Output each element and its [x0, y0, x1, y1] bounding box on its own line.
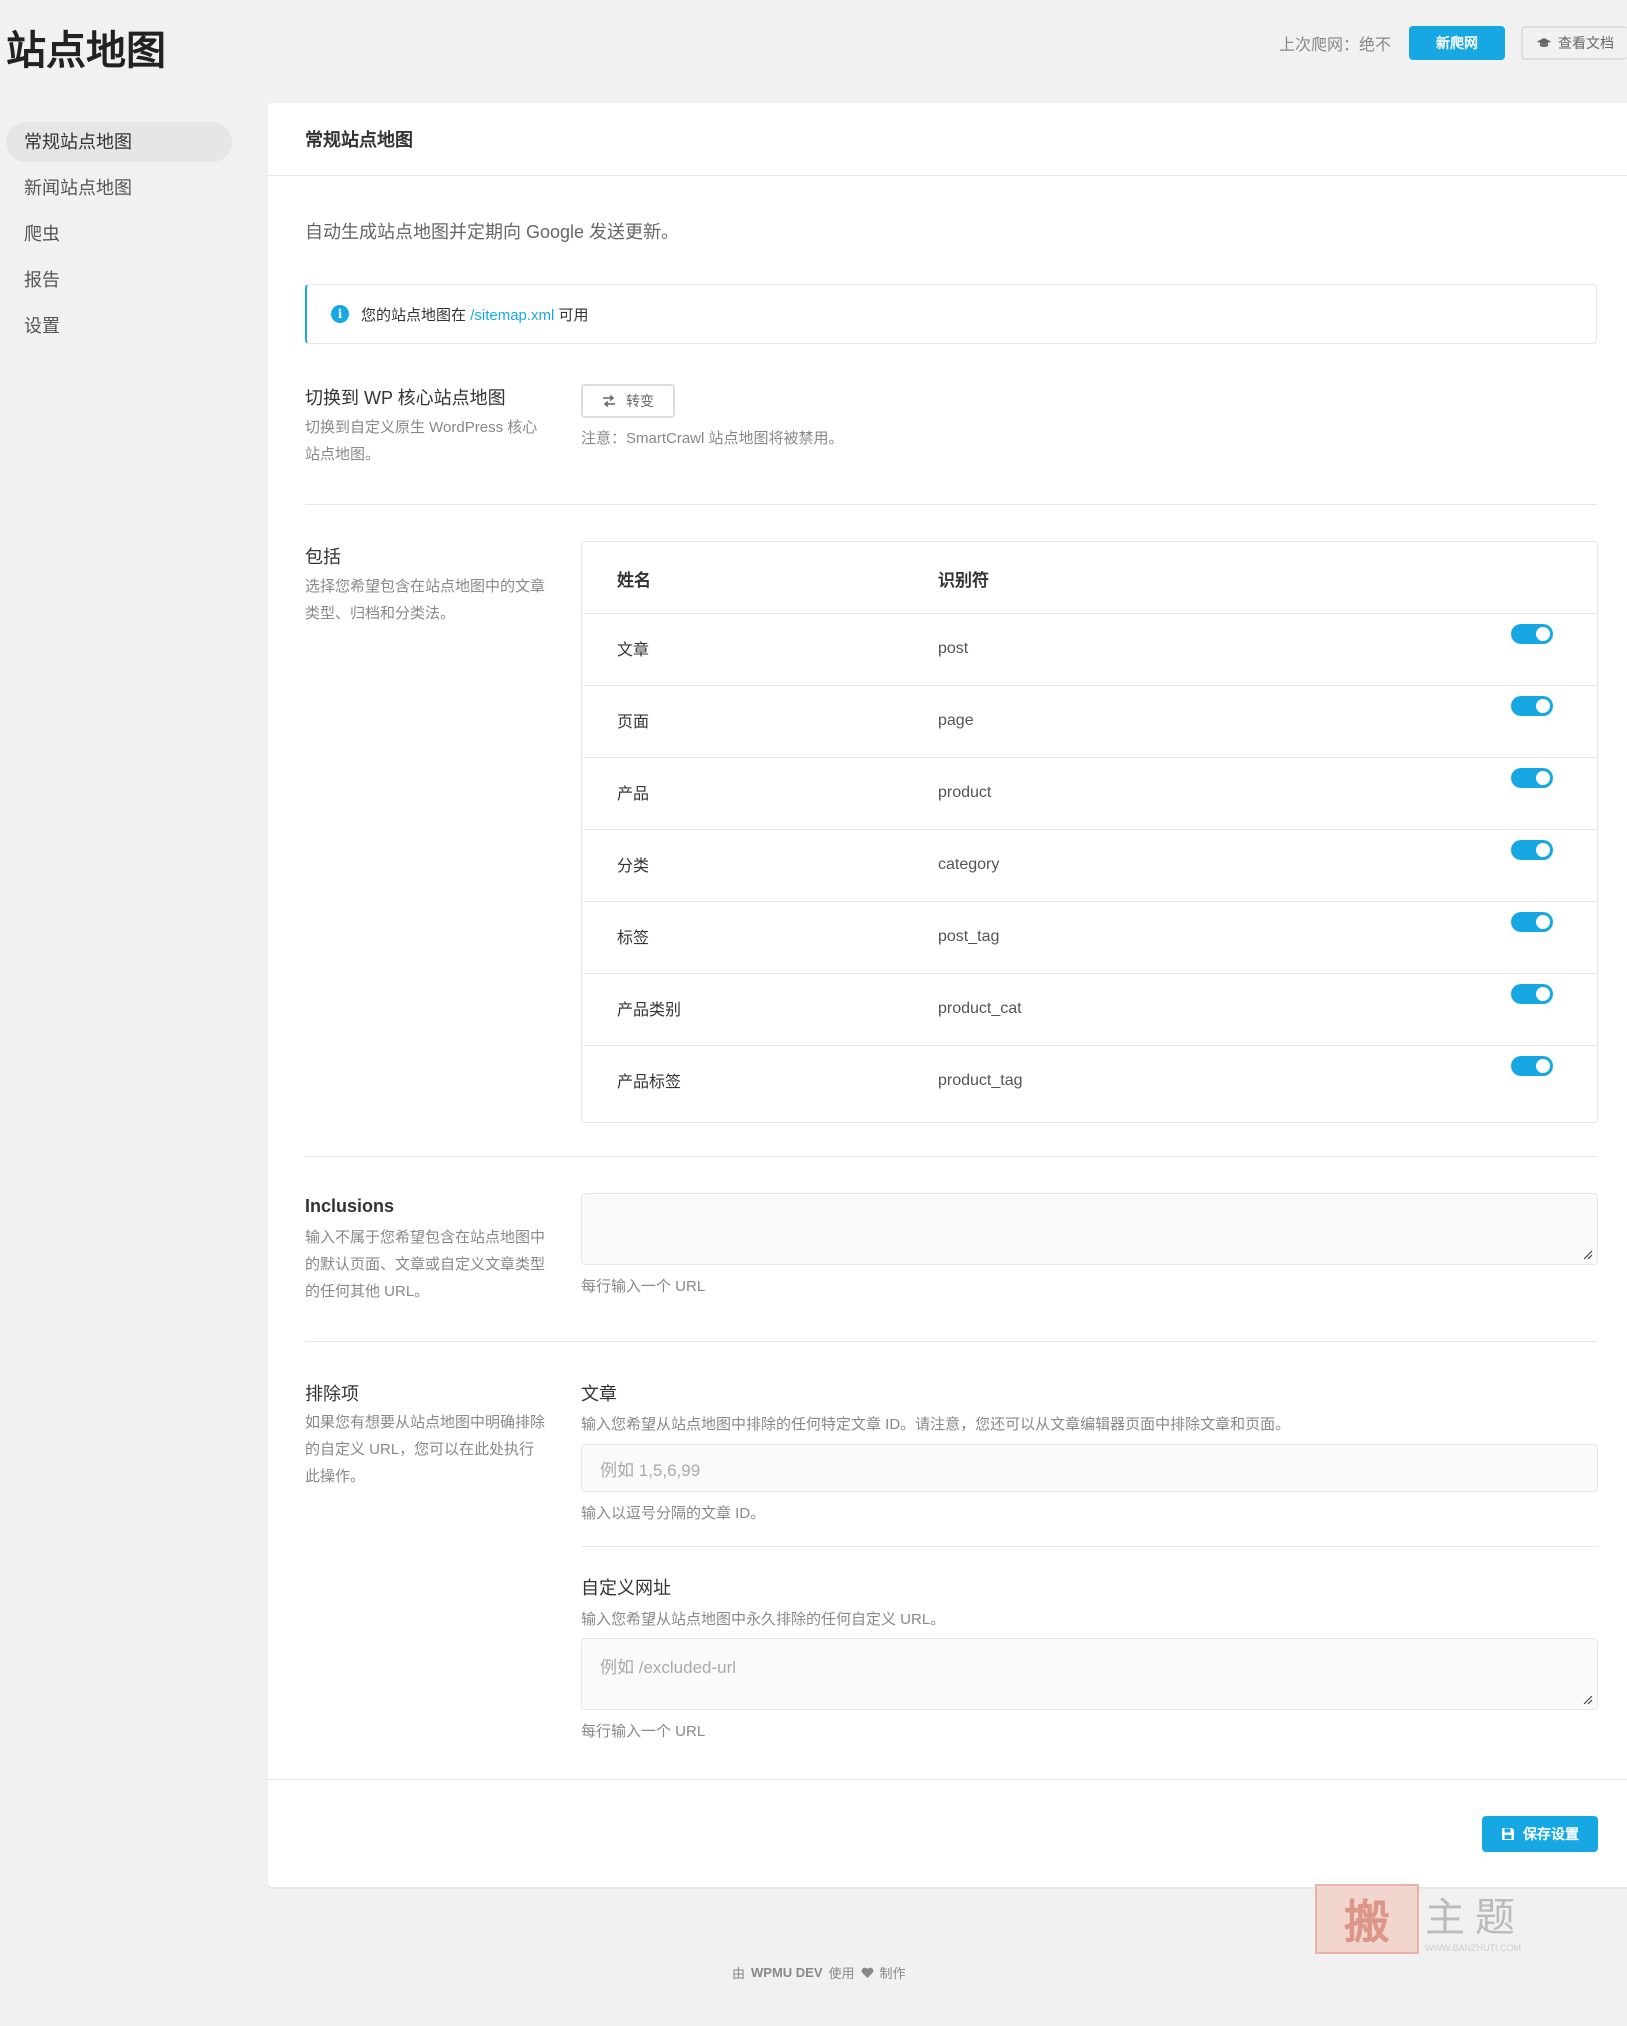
watermark-url: WWW.BANZHUTI.COM: [1425, 1943, 1521, 1953]
info-icon: i: [331, 305, 349, 323]
save-disk-icon: [1502, 1828, 1514, 1840]
divider: [581, 1546, 1598, 1547]
include-toggle[interactable]: [1511, 768, 1553, 788]
swap-arrows-icon: [603, 395, 615, 407]
row-name: 页面: [617, 714, 650, 731]
row-identifier: page: [938, 712, 974, 729]
switch-section-desc: 切换到自定义原生 WordPress 核心站点地图。: [305, 419, 538, 463]
graduation-cap-icon: [1537, 38, 1551, 47]
wpmu-dev-brand[interactable]: WPMU DEV: [751, 1965, 823, 1980]
row-identifier: product_tag: [938, 1072, 1023, 1089]
divider: [305, 504, 1597, 505]
excluded-urls-placeholder: 例如 /excluded-url: [600, 1658, 737, 1677]
excluded-posts-label: 文章: [581, 1384, 617, 1404]
row-identifier: category: [938, 856, 1000, 873]
watermark-text: 主题: [1425, 1895, 1525, 1941]
sitemap-link[interactable]: /sitemap.xml: [470, 307, 554, 324]
exclusions-section-label: 排除项: [305, 1384, 359, 1404]
table-row: 产品类别 product_cat: [582, 974, 1597, 1046]
notice-text: 您的站点地图在 /sitemap.xml 可用: [361, 306, 589, 324]
table-header-row: 姓名 识别符: [582, 542, 1597, 614]
inclusions-hint: 每行输入一个 URL: [581, 1278, 706, 1295]
settings-card: 常规站点地图 自动生成站点地图并定期向 Google 发送更新。 i 您的站点地…: [268, 103, 1627, 1887]
row-name: 分类: [617, 858, 650, 875]
row-name: 产品: [617, 786, 650, 803]
excluded-urls-desc: 输入您希望从站点地图中永久排除的任何自定义 URL。: [581, 1611, 946, 1628]
watermark-seal: 搬: [1315, 1884, 1419, 1954]
table-row: 产品标签 product_tag: [582, 1046, 1597, 1118]
watermark: 搬 主题 WWW.BANZHUTI.COM: [1315, 1884, 1545, 1954]
include-section-desc: 选择您希望包含在站点地图中的文章类型、归档和分类法。: [305, 578, 546, 622]
column-header-name: 姓名: [617, 571, 651, 590]
page-title: 站点地图: [6, 29, 166, 73]
include-toggle[interactable]: [1511, 984, 1553, 1004]
view-docs-button[interactable]: 查看文档: [1521, 26, 1627, 60]
card-title: 常规站点地图: [305, 130, 413, 150]
column-header-identifier: 识别符: [938, 571, 989, 590]
include-toggle[interactable]: [1511, 840, 1553, 860]
inclusions-section-desc: 输入不属于您希望包含在站点地图中的默认页面、文章或自定义文章类型的任何其他 UR…: [305, 1229, 546, 1300]
divider: [305, 1156, 1597, 1157]
excluded-posts-hint: 输入以逗号分隔的文章 ID。: [581, 1505, 766, 1522]
table-row: 产品 product: [582, 758, 1597, 830]
row-identifier: product: [938, 784, 992, 801]
include-section-label: 包括: [305, 547, 341, 567]
post-types-table: 姓名 识别符 文章 post 页面 page 产品 product 分类 cat…: [581, 541, 1598, 1123]
sidebar: 常规站点地图 新闻站点地图 爬虫 报告 设置: [6, 122, 232, 352]
switch-note: 注意：SmartCrawl 站点地图将被禁用。: [581, 430, 844, 447]
card-header: 常规站点地图: [268, 103, 1627, 176]
row-identifier: post: [938, 640, 969, 657]
switch-section-label: 切换到 WP 核心站点地图: [305, 388, 506, 408]
table-row: 页面 page: [582, 686, 1597, 758]
table-row: 文章 post: [582, 614, 1597, 686]
exclusions-section-desc: 如果您有想要从站点地图中明确排除的自定义 URL，您可以在此处执行此操作。: [305, 1414, 546, 1485]
table-row: 分类 category: [582, 830, 1597, 902]
excluded-posts-desc: 输入您希望从站点地图中排除的任何特定文章 ID。请注意，您还可以从文章编辑器页面…: [581, 1416, 1291, 1433]
header-actions: 上次爬网：绝不 新爬网 查看文档: [1279, 26, 1627, 60]
excluded-urls-hint: 每行输入一个 URL: [581, 1723, 706, 1740]
row-identifier: product_cat: [938, 1000, 1022, 1017]
excluded-posts-placeholder: 例如 1,5,6,99: [600, 1460, 701, 1480]
row-name: 文章: [617, 642, 650, 659]
save-settings-button[interactable]: 保存设置: [1482, 1816, 1598, 1852]
resize-handle-icon[interactable]: [1583, 1695, 1593, 1705]
resize-handle-icon[interactable]: [1583, 1250, 1593, 1260]
table-row: 标签 post_tag: [582, 902, 1597, 974]
include-toggle[interactable]: [1511, 912, 1553, 932]
inclusions-section-label: Inclusions: [305, 1196, 395, 1216]
row-name: 产品标签: [617, 1074, 682, 1091]
row-name: 标签: [617, 930, 650, 947]
inclusions-textarea[interactable]: [581, 1193, 1598, 1265]
include-toggle[interactable]: [1511, 696, 1553, 716]
divider: [305, 1341, 1597, 1342]
excluded-urls-textarea[interactable]: 例如 /excluded-url: [581, 1638, 1598, 1710]
switch-button[interactable]: 转变: [581, 384, 675, 418]
intro-text: 自动生成站点地图并定期向 Google 发送更新。: [305, 222, 680, 242]
sidebar-item-reports[interactable]: 报告: [6, 260, 232, 300]
include-toggle[interactable]: [1511, 1056, 1553, 1076]
row-name: 产品类别: [617, 1002, 682, 1019]
heart-icon: [861, 1967, 873, 1978]
view-docs-label: 查看文档: [1558, 35, 1614, 51]
last-crawl-status: 上次爬网：绝不: [1278, 37, 1391, 54]
sidebar-item-settings[interactable]: 设置: [6, 306, 232, 346]
footer-credit: 由 WPMU DEV 使用 制作: [732, 1965, 906, 1981]
excluded-urls-label: 自定义网址: [581, 1578, 671, 1598]
sidebar-item-news-sitemap[interactable]: 新闻站点地图: [6, 168, 232, 208]
sidebar-item-general-sitemap[interactable]: 常规站点地图: [6, 122, 232, 162]
excluded-posts-input[interactable]: 例如 1,5,6,99: [581, 1444, 1598, 1492]
new-crawl-button[interactable]: 新爬网: [1409, 26, 1505, 60]
sidebar-item-crawler[interactable]: 爬虫: [6, 214, 232, 254]
row-identifier: post_tag: [938, 928, 1000, 945]
card-footer-divider: [268, 1779, 1627, 1780]
include-toggle[interactable]: [1511, 624, 1553, 644]
sitemap-notice: i 您的站点地图在 /sitemap.xml 可用: [305, 284, 1597, 344]
